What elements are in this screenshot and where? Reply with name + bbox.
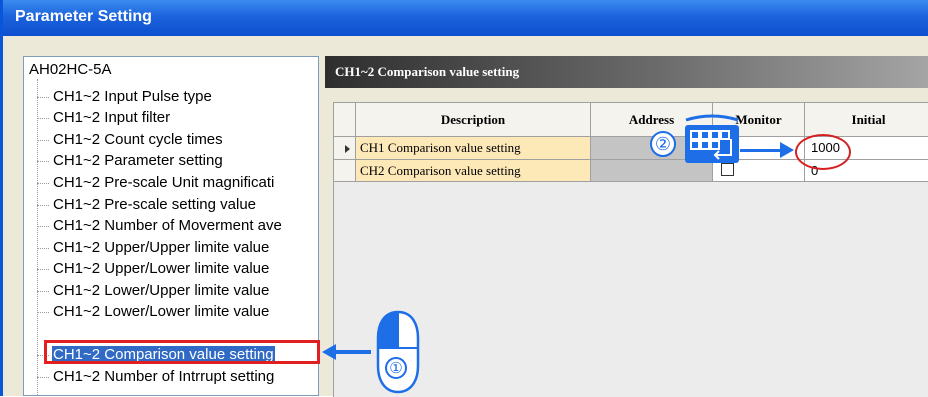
tree-item-parameter-setting[interactable]: CH1~2 Parameter setting [37, 151, 318, 172]
panel-header: CH1~2 Comparison value setting [325, 56, 928, 88]
keyboard-icon [685, 125, 739, 163]
panel-title: CH1~2 Comparison value setting [335, 64, 520, 79]
title-bar[interactable]: Parameter Setting [3, 0, 928, 36]
step-2-badge: ② [650, 131, 676, 157]
grid-header-row: Description Address Monitor Initial [334, 103, 928, 137]
column-header-description[interactable]: Description [356, 103, 591, 137]
step2-arrow-line [740, 149, 784, 152]
tree-root-node[interactable]: AH02HC-5A [29, 61, 112, 78]
column-header-initial[interactable]: Initial [805, 103, 928, 137]
tree-item-input-pulse-type[interactable]: CH1~2 Input Pulse type [37, 87, 318, 108]
description-cell: CH1 Comparison value setting [356, 137, 591, 160]
monitor-checkbox[interactable] [721, 163, 734, 176]
selection-highlight-box [44, 340, 320, 364]
row-selector[interactable] [334, 160, 356, 182]
monitor-cell [713, 160, 805, 182]
row-header-corner [334, 103, 356, 137]
tree-item-pre-scale-value[interactable]: CH1~2 Pre-scale setting value [37, 195, 318, 216]
tree-item-pre-scale-unit[interactable]: CH1~2 Pre-scale Unit magnificati [37, 173, 318, 194]
tree-item-count-cycle-times[interactable]: CH1~2 Count cycle times [37, 130, 318, 151]
address-cell [591, 160, 713, 182]
description-cell: CH2 Comparison value setting [356, 160, 591, 182]
tree-item-upper-lower-limit[interactable]: CH1~2 Upper/Lower limite value [37, 259, 318, 280]
initial-value-highlight-circle [795, 134, 851, 170]
tree-item-upper-upper-limit[interactable]: CH1~2 Upper/Upper limite value [37, 238, 318, 259]
tree-item-input-filter[interactable]: CH1~2 Input filter [37, 108, 318, 129]
tree-item-movement-average[interactable]: CH1~2 Number of Moverment ave [37, 216, 318, 237]
step2-arrow-head-icon [780, 142, 794, 158]
current-row-arrow-icon [345, 145, 350, 153]
mouse-left-click-icon [376, 310, 420, 394]
tree-item-lower-upper-limit[interactable]: CH1~2 Lower/Upper limite value [37, 281, 318, 302]
tree-item-lower-lower-limit[interactable]: CH1~2 Lower/Lower limite value [37, 302, 318, 323]
step1-arrow-icon [322, 344, 371, 360]
window-title: Parameter Setting [15, 8, 152, 25]
row-selector[interactable] [334, 137, 356, 160]
parameter-setting-window: Parameter Setting AH02HC-5A CH1~2 Input … [0, 0, 928, 397]
tree-item-interrupt-setting[interactable]: CH1~2 Number of Intrrupt setting [37, 367, 318, 388]
step-1-badge: ① [385, 357, 407, 379]
